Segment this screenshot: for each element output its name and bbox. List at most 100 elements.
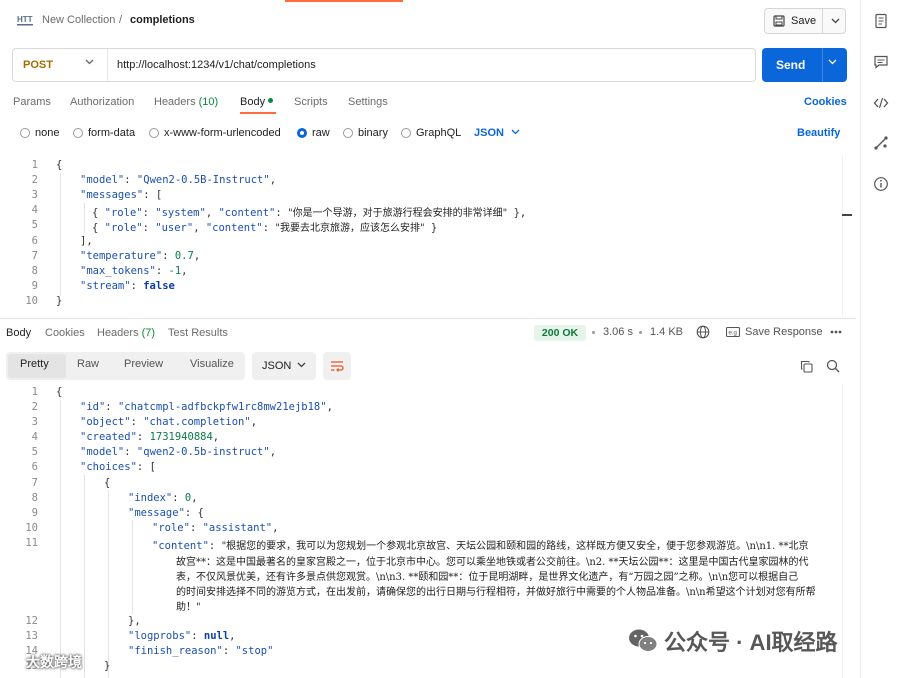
tab-headers[interactable]: Headers (10) (154, 96, 218, 108)
response-scrollbar[interactable] (842, 384, 854, 678)
search-icon[interactable] (826, 359, 840, 373)
separator-dot (639, 331, 642, 334)
more-options-icon[interactable] (830, 330, 842, 334)
copy-icon[interactable] (800, 360, 813, 373)
svg-text:HTTP: HTTP (17, 15, 33, 24)
line-number: 10 (25, 295, 38, 307)
code-line: "stream": false (80, 280, 175, 292)
radio-graphql-label: GraphQL (416, 127, 462, 139)
body-indicator-dot (268, 97, 274, 103)
indent-guide (108, 490, 109, 678)
line-number: 5 (31, 446, 38, 458)
radio-circle (73, 128, 83, 138)
line-number: 8 (31, 492, 38, 504)
send-button[interactable]: Send (762, 48, 847, 82)
radio-urlencoded[interactable]: x-www-form-urlencoded (149, 127, 281, 139)
method-select[interactable]: POST (13, 49, 108, 81)
line-number: 7 (31, 250, 38, 262)
response-headers-count: (7) (141, 327, 156, 339)
wechat-icon (629, 629, 658, 652)
line-number: 8 (31, 265, 38, 277)
radio-binary[interactable]: binary (343, 127, 388, 139)
code-line: "role": "assistant", (152, 522, 279, 534)
code-line: ], (80, 235, 93, 247)
status-badge[interactable]: 200 OK (534, 325, 586, 341)
code-line-wrapped: 的时间安排选择不同的游览方式，在出发前，请确保您的出行日期与行程相符，并做好旅行… (176, 587, 816, 598)
line-number: 9 (31, 507, 38, 519)
line-number: 5 (31, 219, 38, 231)
wrap-lines-button[interactable] (323, 352, 351, 380)
response-tab-test-results[interactable]: Test Results (168, 327, 228, 339)
line-number: 12 (25, 615, 38, 627)
response-format-label: JSON (262, 360, 292, 372)
scroll-thumb[interactable] (842, 214, 852, 216)
view-tab-visualize[interactable]: Visualize (190, 358, 234, 370)
save-button-main[interactable]: Save (765, 9, 823, 33)
line-number: 6 (31, 461, 38, 473)
code-icon[interactable] (873, 95, 889, 111)
tab-body[interactable]: Body (240, 96, 274, 108)
line-number: 7 (31, 477, 38, 489)
request-header: HTTP New Collection / completions Save (0, 0, 856, 42)
response-tab-body[interactable]: Body (6, 327, 31, 339)
save-button[interactable]: Save (764, 8, 846, 34)
tab-authorization[interactable]: Authorization (70, 96, 134, 108)
http-request-icon: HTTP (17, 15, 33, 26)
code-line: "object": "chat.completion", (80, 416, 258, 428)
view-tab-preview[interactable]: Preview (124, 358, 163, 370)
radio-form-data[interactable]: form-data (73, 127, 135, 139)
chevron-down-icon (831, 18, 839, 24)
radio-raw[interactable]: raw (297, 127, 330, 139)
line-number: 1 (31, 159, 38, 171)
radio-form-data-label: form-data (88, 127, 136, 139)
comments-icon[interactable] (873, 54, 889, 70)
radio-none[interactable]: none (20, 127, 59, 139)
request-name[interactable]: completions (130, 14, 195, 26)
beautify-link[interactable]: Beautify (797, 127, 840, 139)
radio-raw-label: raw (312, 127, 330, 139)
related-collections-icon[interactable] (873, 135, 889, 151)
line-number: 6 (31, 235, 38, 247)
send-divider (822, 48, 823, 82)
response-tab-cookies[interactable]: Cookies (45, 327, 85, 339)
response-time[interactable]: 3.06 s (603, 326, 633, 338)
code-line: }, (128, 615, 141, 627)
chevron-down-icon[interactable] (511, 129, 520, 135)
radio-graphql[interactable]: GraphQL (401, 127, 461, 139)
line-number: 2 (31, 174, 38, 186)
code-line: { (56, 386, 63, 398)
radio-circle (20, 128, 30, 138)
editor-scrollbar[interactable] (842, 156, 854, 316)
tab-scripts[interactable]: Scripts (294, 96, 328, 108)
save-response-button[interactable]: Save Response (745, 326, 823, 338)
info-icon[interactable] (873, 176, 889, 192)
cookies-link[interactable]: Cookies (804, 96, 847, 108)
line-number: 2 (31, 401, 38, 413)
method-label: POST (23, 59, 53, 71)
line-number: 9 (31, 280, 38, 292)
response-size[interactable]: 1.4 KB (650, 326, 683, 338)
response-format-select[interactable]: JSON (252, 352, 316, 380)
tab-settings[interactable]: Settings (348, 96, 388, 108)
url-input[interactable] (117, 57, 737, 73)
save-options-button[interactable] (825, 9, 845, 33)
breadcrumb-collection[interactable]: New Collection (42, 14, 115, 26)
separator-dot (592, 331, 595, 334)
tab-params[interactable]: Params (13, 96, 51, 108)
radio-circle (401, 128, 411, 138)
response-tab-headers[interactable]: Headers (7) (97, 327, 155, 339)
code-line: } (104, 660, 111, 672)
response-headers-label: Headers (97, 327, 139, 339)
globe-icon[interactable] (696, 325, 710, 339)
documentation-icon[interactable] (873, 13, 889, 29)
view-tab-raw[interactable]: Raw (77, 358, 99, 370)
request-body-editor[interactable]: 1 2 3 4 5 6 7 8 9 10 { "model": "Qwen2-0… (0, 156, 856, 314)
chevron-down-icon[interactable] (828, 59, 837, 65)
body-format-select[interactable]: JSON (474, 127, 504, 139)
indent-guide (132, 520, 133, 614)
code-line-wrapped: 故宫**：这是中国最著名的皇家宫殿之一，位于北京市中心。您可以乘坐地铁或者公交前… (176, 557, 809, 568)
view-tab-pretty[interactable]: Pretty (20, 358, 49, 370)
code-line: "index": 0, (128, 492, 198, 504)
code-line: { (104, 477, 111, 489)
pane-divider[interactable] (0, 318, 856, 319)
